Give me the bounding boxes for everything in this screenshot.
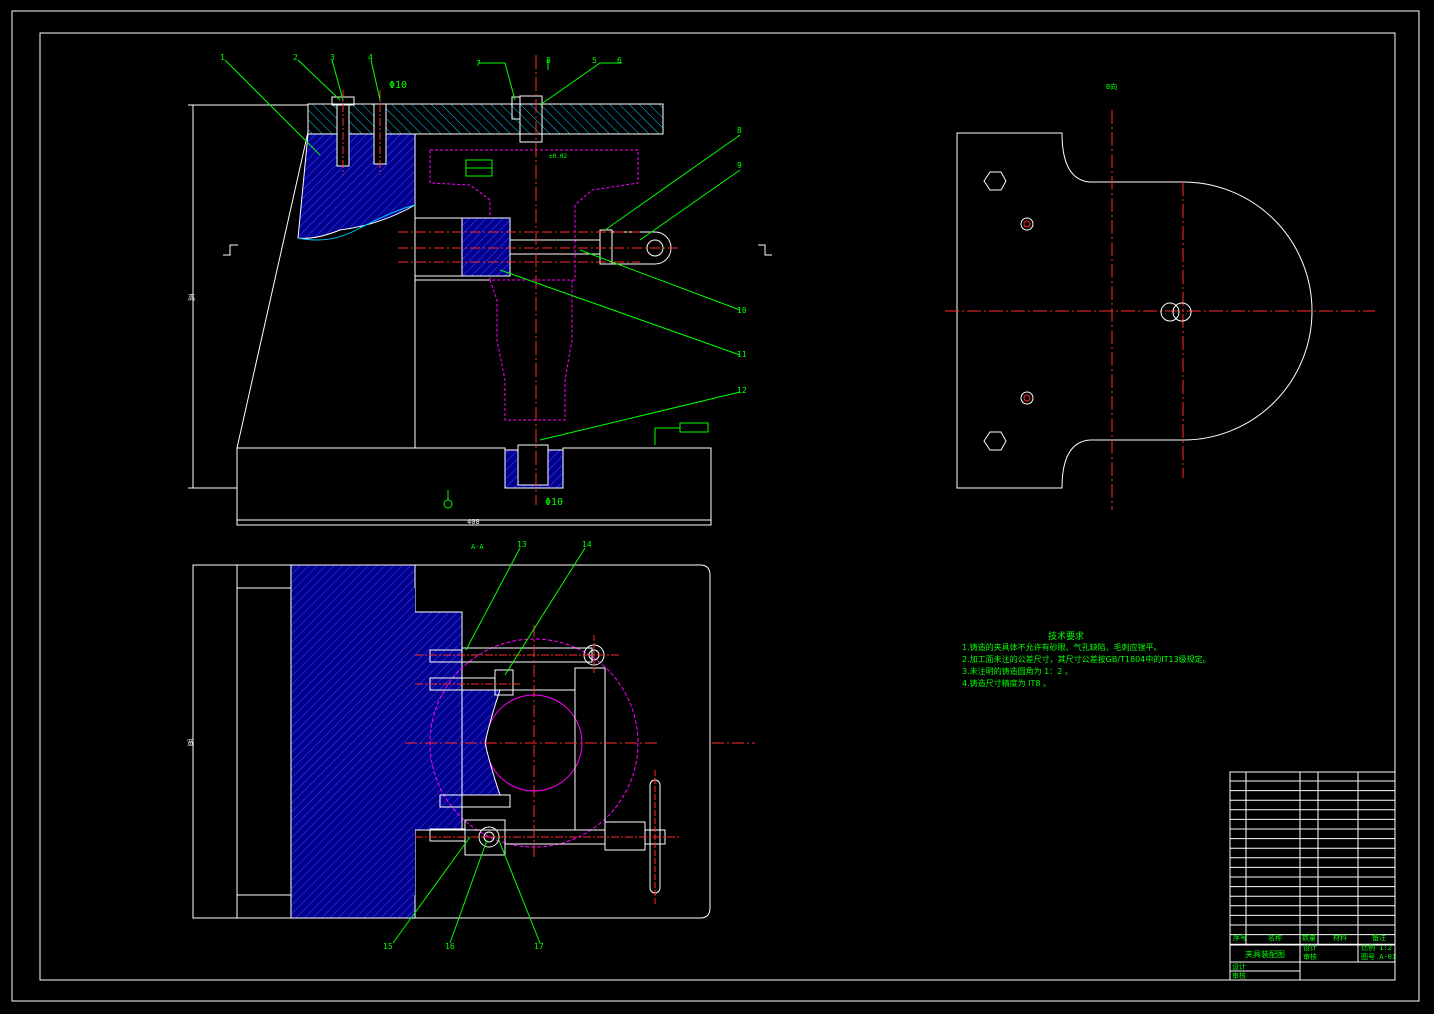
svg-text:8: 8 <box>546 56 551 65</box>
svg-text:14: 14 <box>582 540 592 549</box>
svg-text:5: 5 <box>592 56 597 65</box>
tech-line-3: 3.未注明的铸造圆角为 1：2 。 <box>962 667 1073 676</box>
cad-drawing: 高 400 Φ10 Φ10 ±0.02 1 2 3 4 7 8 5 6 8 9 … <box>11 10 1420 1002</box>
svg-text:16: 16 <box>445 942 455 951</box>
tech-line-1: 1.铸造的夹具体不允许有砂眼、气孔缺陷、毛刺应锉平。 <box>962 643 1162 652</box>
svg-text:审核: 审核 <box>1232 971 1246 980</box>
view-b: B向 <box>945 82 1375 510</box>
outer-frame <box>11 10 1420 1002</box>
svg-text:序号: 序号 <box>1233 933 1247 942</box>
svg-text:2: 2 <box>293 53 298 62</box>
svg-text:4: 4 <box>368 53 373 62</box>
svg-text:11: 11 <box>737 350 747 359</box>
inner-frame <box>39 32 1396 981</box>
scale-label: 比例 1:2 <box>1361 943 1392 952</box>
title-block-text: 序号 名称 数量 材料 备注 夹具装配图 设计 审核 比例 1:2 图号 A-0… <box>1232 933 1396 980</box>
svg-text:15: 15 <box>383 942 393 951</box>
svg-text:设计: 设计 <box>1303 943 1317 952</box>
svg-text:12: 12 <box>737 386 747 395</box>
svg-text:备注: 备注 <box>1372 933 1386 942</box>
hole-dim-top: Φ10 <box>389 80 407 91</box>
svg-text:设计: 设计 <box>1232 962 1246 971</box>
svg-text:17: 17 <box>534 942 544 951</box>
svg-text:审核: 审核 <box>1303 952 1317 961</box>
svg-text:7: 7 <box>476 59 481 68</box>
front-view: 高 400 Φ10 Φ10 ±0.02 <box>188 55 772 526</box>
drawing-name: 夹具装配图 <box>1245 949 1285 959</box>
tech-requirements-title: 技术要求 <box>1048 632 1085 642</box>
svg-text:1: 1 <box>220 53 225 62</box>
hole-dim-bottom: Φ10 <box>545 497 563 508</box>
tech-line-2: 2.加工面未注的公差尺寸，其尺寸公差按GB/T1804中的IT13级规定。 <box>962 655 1211 664</box>
overall-height-dim: 高 <box>188 293 195 302</box>
plan-view: A-A 宽 <box>187 543 755 919</box>
svg-text:材料: 材料 <box>1333 933 1347 942</box>
svg-text:数量: 数量 <box>1302 933 1316 942</box>
base-length-dim: 400 <box>467 518 480 526</box>
svg-text:名称: 名称 <box>1268 933 1282 942</box>
svg-text:9: 9 <box>737 161 742 170</box>
svg-text:6: 6 <box>617 56 622 65</box>
section-a-label: A-A <box>471 543 484 551</box>
svg-text:8: 8 <box>737 126 742 135</box>
svg-text:±0.02: ±0.02 <box>549 153 567 160</box>
drawing-no: 图号 A-01 <box>1361 953 1396 961</box>
tech-line-4: 4.铸造尺寸精度为 IT8 。 <box>962 679 1052 688</box>
svg-text:13: 13 <box>517 540 527 549</box>
svg-text:10: 10 <box>737 306 747 315</box>
view-b-label: B向 <box>1106 82 1117 91</box>
svg-text:3: 3 <box>330 53 335 62</box>
plan-height-dim: 宽 <box>187 738 194 747</box>
